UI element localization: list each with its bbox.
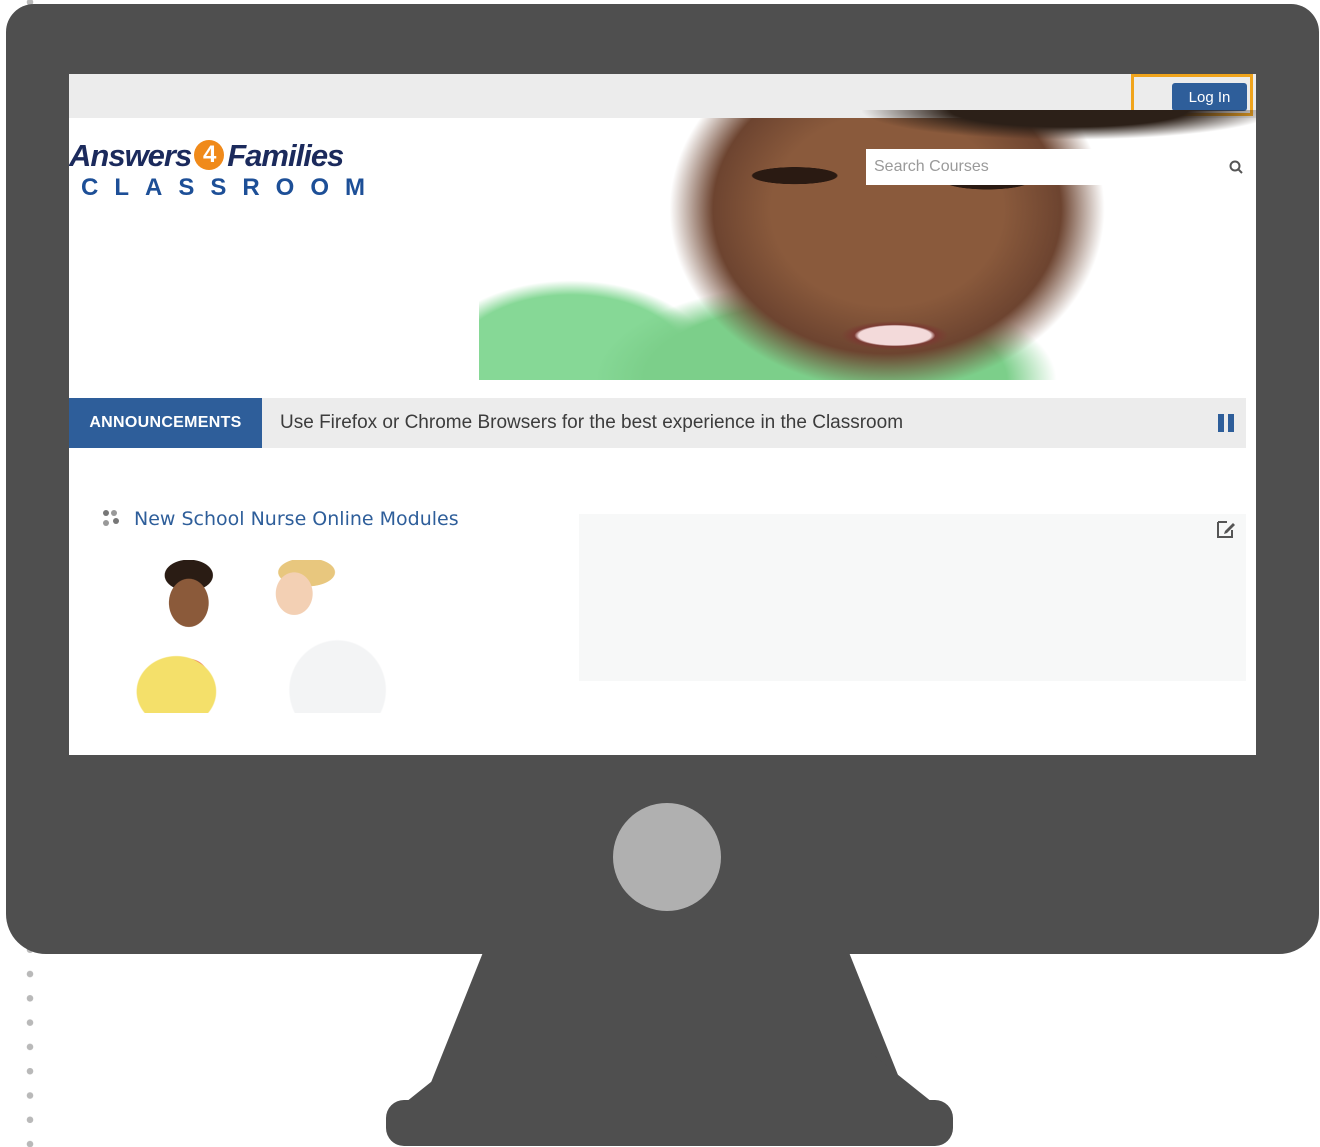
- monitor-stand-base: [386, 1100, 953, 1146]
- logo-word-families: Families: [227, 138, 344, 173]
- screen: Log In Answers4Families CLASSROOM ANNOUN…: [69, 74, 1256, 755]
- power-button-icon: [613, 803, 721, 911]
- course-image[interactable]: [102, 560, 412, 713]
- logo-wordmark: Answers 4 Families: [69, 138, 344, 174]
- course-item[interactable]: New School Nurse Online Modules: [99, 504, 539, 534]
- logo-four-badge: 4: [194, 139, 225, 170]
- announcements-bar: ANNOUNCEMENTS Use Firefox or Chrome Brow…: [69, 398, 1246, 448]
- course-title-link[interactable]: New School Nurse Online Modules: [134, 504, 459, 534]
- pause-icon[interactable]: [1217, 414, 1235, 432]
- hero-photo-hair: [859, 110, 1256, 140]
- site-logo[interactable]: Answers 4 Families CLASSROOM: [69, 138, 389, 208]
- announcements-label: ANNOUNCEMENTS: [69, 398, 262, 448]
- hero-banner: Answers 4 Families CLASSROOM: [69, 110, 1256, 380]
- logo-classroom: CLASSROOM: [81, 174, 381, 201]
- announcement-text[interactable]: Use Firefox or Chrome Browsers for the b…: [280, 398, 903, 448]
- search-icon[interactable]: [1229, 160, 1243, 174]
- monitor-stand-neck: [420, 950, 912, 1110]
- logo-word-answers: Answers: [69, 138, 192, 173]
- edit-icon[interactable]: [1215, 518, 1237, 540]
- course-icon: [103, 510, 119, 526]
- search-input[interactable]: [866, 149, 1144, 185]
- course-summary-panel: [579, 514, 1246, 681]
